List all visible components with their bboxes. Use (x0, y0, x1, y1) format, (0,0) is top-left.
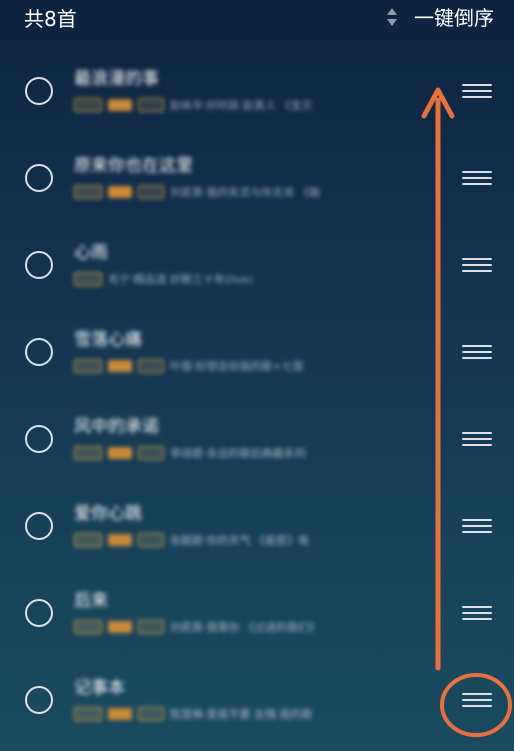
song-title: 风中的承诺 (74, 417, 159, 437)
song-count: 共8首 (24, 7, 77, 31)
drag-handle-icon[interactable] (462, 345, 492, 361)
vip-badge (108, 534, 132, 546)
quality-badge (74, 272, 102, 286)
song-meta: 毛宁·精品选 好歌三十年(live) (108, 273, 253, 286)
select-radio[interactable] (25, 686, 53, 714)
song-title: 最浪漫的事 (74, 69, 159, 89)
song-subtitle: 毛宁·精品选 好歌三十年(live) (74, 271, 253, 287)
quality-badge (74, 185, 102, 199)
vip-badge (108, 708, 132, 720)
list-header: 共8首 一键倒序 (0, 0, 514, 40)
song-title: 记事本 (74, 678, 125, 698)
mv-badge (138, 620, 164, 634)
list-item[interactable]: 心雨 毛宁·精品选 好歌三十年(live) (0, 218, 514, 305)
song-title: 爱你心跳 (74, 504, 142, 524)
quality-badge (74, 98, 102, 112)
song-subtitle: 张靓颖·你的天气 《星愿》电 (74, 532, 309, 548)
list-item[interactable]: 记事本 陈慧琳·爱我不要 友情·我的歌 (0, 653, 514, 740)
mv-badge (138, 533, 164, 547)
drag-handle-icon[interactable] (462, 606, 492, 622)
mv-badge (138, 446, 164, 460)
list-item[interactable]: 最浪漫的事 赵咏华·好时辰·赵英人 《宝贝 (0, 44, 514, 131)
vip-badge (108, 447, 132, 459)
list-item[interactable]: 原来你也在这里 刘若英·我的失恋与你无关 《路 (0, 131, 514, 218)
mv-badge (138, 359, 164, 373)
song-list: 最浪漫的事 赵咏华·好时辰·赵英人 《宝贝 原来你也在这里 刘若英·我的失恋与你… (0, 44, 514, 740)
list-item[interactable]: 爱你心跳 张靓颖·你的天气 《星愿》电 (0, 479, 514, 566)
reverse-sort-label: 一键倒序 (414, 6, 494, 30)
song-title: 后来 (74, 591, 108, 611)
song-meta: 刘若英·我等你 《过滤的我们》 (170, 621, 320, 634)
song-title: 心雨 (74, 243, 108, 263)
song-meta: 赵咏华·好时辰·赵英人 《宝贝 (170, 99, 313, 112)
song-subtitle: 陈慧琳·爱我不要 友情·我的歌 (74, 706, 313, 722)
sort-updown-icon (387, 7, 397, 26)
song-meta: 刘若英·我的失恋与你无关 《路 (170, 186, 320, 199)
quality-badge (74, 446, 102, 460)
song-meta: 张靓颖·你的天气 《星愿》电 (170, 534, 309, 547)
select-radio[interactable] (25, 599, 53, 627)
select-radio[interactable] (25, 338, 53, 366)
quality-badge (74, 620, 102, 634)
list-item[interactable]: 雪落心痛 叶蓓·好想念你我的歌+七首 (0, 305, 514, 392)
vip-badge (108, 186, 132, 198)
select-radio[interactable] (25, 512, 53, 540)
select-radio[interactable] (25, 425, 53, 453)
list-item[interactable]: 风中的承诺 李翊君·永远的歌后典藏系列 (0, 392, 514, 479)
drag-handle-icon[interactable] (462, 693, 492, 709)
drag-handle-icon[interactable] (462, 432, 492, 448)
song-subtitle: 赵咏华·好时辰·赵英人 《宝贝 (74, 97, 313, 113)
mv-badge (138, 707, 164, 721)
drag-handle-icon[interactable] (462, 84, 492, 100)
song-meta: 陈慧琳·爱我不要 友情·我的歌 (170, 708, 313, 721)
song-meta: 叶蓓·好想念你我的歌+七首 (170, 360, 304, 373)
select-radio[interactable] (25, 164, 53, 192)
drag-handle-icon[interactable] (462, 519, 492, 535)
mv-badge (138, 98, 164, 112)
mv-badge (138, 185, 164, 199)
select-radio[interactable] (25, 77, 53, 105)
song-title: 雪落心痛 (74, 330, 142, 350)
song-subtitle: 叶蓓·好想念你我的歌+七首 (74, 358, 304, 374)
drag-handle-icon[interactable] (462, 258, 492, 274)
quality-badge (74, 707, 102, 721)
vip-badge (108, 99, 132, 111)
vip-badge (108, 621, 132, 633)
song-subtitle: 李翊君·永远的歌后典藏系列 (74, 445, 306, 461)
song-title: 原来你也在这里 (74, 156, 193, 176)
reverse-sort-button[interactable]: 一键倒序 (386, 2, 494, 31)
quality-badge (74, 359, 102, 373)
list-item[interactable]: 后来 刘若英·我等你 《过滤的我们》 (0, 566, 514, 653)
drag-handle-icon[interactable] (462, 171, 492, 187)
song-subtitle: 刘若英·我的失恋与你无关 《路 (74, 184, 320, 200)
quality-badge (74, 533, 102, 547)
song-subtitle: 刘若英·我等你 《过滤的我们》 (74, 619, 320, 635)
vip-badge (108, 360, 132, 372)
song-meta: 李翊君·永远的歌后典藏系列 (170, 447, 306, 460)
select-radio[interactable] (25, 251, 53, 279)
